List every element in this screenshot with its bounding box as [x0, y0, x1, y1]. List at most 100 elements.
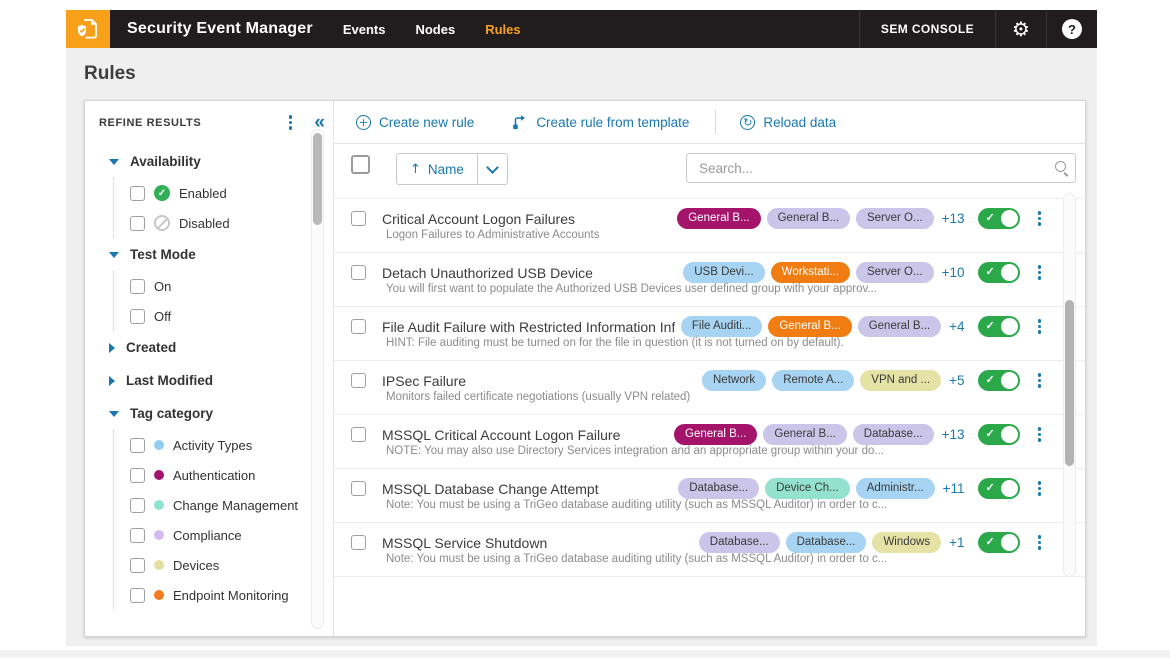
row-menu-icon[interactable]	[1034, 425, 1046, 444]
tag[interactable]: Device Ch...	[765, 478, 850, 499]
create-rule-from-template-button[interactable]: Create rule from template	[512, 114, 689, 130]
filter-option-activity-types[interactable]: Activity Types	[114, 430, 311, 460]
tag[interactable]: Server O...	[855, 208, 934, 229]
rule-title[interactable]: Detach Unauthorized USB Device	[382, 265, 677, 281]
tag[interactable]: General B...	[763, 424, 847, 445]
more-tags-count[interactable]: +13	[942, 211, 965, 226]
filter-option-on[interactable]: On	[114, 271, 311, 301]
sidebar-scrollbar[interactable]	[311, 129, 324, 629]
tag[interactable]: USB Devi...	[683, 262, 765, 283]
filter-option-off[interactable]: Off	[114, 301, 311, 331]
row-checkbox[interactable]	[351, 535, 366, 550]
filter-group-header[interactable]: Tag category	[85, 397, 311, 430]
tag[interactable]: Network	[702, 370, 767, 391]
tag[interactable]: Remote A...	[772, 370, 855, 391]
list-scrollbar[interactable]	[1063, 193, 1076, 577]
nav-rules[interactable]: Rules	[485, 22, 520, 37]
more-tags-count[interactable]: +10	[942, 265, 965, 280]
tag[interactable]: General B...	[677, 208, 761, 229]
checkbox[interactable]	[130, 527, 145, 543]
row-menu-icon[interactable]	[1034, 533, 1046, 552]
tag[interactable]: General B...	[857, 316, 942, 337]
rule-enabled-toggle[interactable]: ✓	[977, 424, 1020, 445]
sidebar-menu-icon[interactable]	[285, 113, 297, 132]
rule-enabled-toggle[interactable]: ✓	[977, 262, 1020, 283]
rule-enabled-toggle[interactable]: ✓	[977, 316, 1020, 337]
filter-group-header[interactable]: Last Modified	[85, 364, 311, 397]
sidebar-scrollbar-thumb[interactable]	[313, 133, 322, 225]
tag[interactable]: Database...	[678, 478, 760, 499]
filter-group-header[interactable]: Test Mode	[85, 238, 311, 271]
row-menu-icon[interactable]	[1034, 317, 1046, 336]
checkbox[interactable]	[130, 437, 145, 453]
rule-enabled-toggle[interactable]: ✓	[977, 532, 1020, 553]
more-tags-count[interactable]: +13	[942, 427, 965, 442]
tag[interactable]: Administr...	[855, 478, 935, 499]
rule-title[interactable]: MSSQL Service Shutdown	[382, 535, 693, 551]
filter-option-change-management[interactable]: Change Management	[114, 490, 311, 520]
rule-title[interactable]: MSSQL Critical Account Logon Failure	[382, 427, 668, 443]
filter-option-authentication[interactable]: Authentication	[114, 460, 311, 490]
row-menu-icon[interactable]	[1034, 479, 1046, 498]
rule-title[interactable]: IPSec Failure	[382, 373, 696, 389]
more-tags-count[interactable]: +4	[949, 319, 964, 334]
create-new-rule-button[interactable]: + Create new rule	[356, 114, 474, 130]
filter-option-disabled[interactable]: Disabled	[114, 208, 311, 238]
row-menu-icon[interactable]	[1034, 263, 1046, 282]
checkbox[interactable]	[130, 308, 145, 324]
filter-option-compliance[interactable]: Compliance	[114, 520, 311, 550]
tag[interactable]: Database...	[698, 532, 780, 553]
tag[interactable]: Windows	[872, 532, 942, 553]
tag[interactable]: Database...	[785, 532, 867, 553]
row-checkbox[interactable]	[351, 373, 366, 388]
checkbox[interactable]	[130, 497, 145, 513]
checkbox[interactable]	[130, 215, 145, 231]
row-checkbox[interactable]	[351, 211, 366, 226]
row-checkbox[interactable]	[351, 481, 366, 496]
rule-enabled-toggle[interactable]: ✓	[977, 370, 1020, 391]
row-checkbox[interactable]	[351, 319, 366, 334]
checkbox[interactable]	[130, 278, 145, 294]
more-tags-count[interactable]: +1	[949, 535, 964, 550]
tag[interactable]: File Auditi...	[680, 316, 763, 337]
help-button[interactable]: ?	[1047, 10, 1097, 48]
tag[interactable]: VPN and ...	[860, 370, 942, 391]
tag[interactable]: General B...	[766, 208, 850, 229]
filter-group-header[interactable]: Created	[85, 331, 311, 364]
sem-console-button[interactable]: SEM CONSOLE	[860, 22, 995, 36]
rule-enabled-toggle[interactable]: ✓	[977, 478, 1020, 499]
checkbox[interactable]	[130, 185, 145, 201]
filter-group-header[interactable]: Availability	[85, 145, 311, 178]
row-checkbox[interactable]	[351, 427, 366, 442]
list-scrollbar-thumb[interactable]	[1065, 300, 1074, 466]
filter-option-devices[interactable]: Devices	[114, 550, 311, 580]
tag[interactable]: Database...	[852, 424, 934, 445]
nav-nodes[interactable]: Nodes	[415, 22, 455, 37]
checkbox[interactable]	[130, 467, 145, 483]
tag[interactable]: General B...	[674, 424, 758, 445]
tag[interactable]: Server O...	[855, 262, 934, 283]
reload-data-button[interactable]: ↻ Reload data	[740, 114, 836, 130]
rule-title[interactable]: Critical Account Logon Failures	[382, 211, 671, 227]
more-tags-count[interactable]: +5	[949, 373, 964, 388]
filter-option-endpoint-monitoring[interactable]: Endpoint Monitoring	[114, 580, 311, 610]
select-all-checkbox[interactable]	[351, 155, 370, 174]
more-tags-count[interactable]: +11	[943, 481, 965, 496]
sort-by-name-button[interactable]: ↑ Name	[397, 154, 477, 184]
rule-title[interactable]: MSSQL Database Change Attempt	[382, 481, 672, 497]
sort-dropdown-button[interactable]	[476, 154, 507, 184]
search-input[interactable]	[687, 154, 1075, 182]
filter-option-enabled[interactable]: ✓ Enabled	[114, 178, 311, 208]
nav-events[interactable]: Events	[343, 22, 386, 37]
tag[interactable]: General B...	[768, 316, 852, 337]
tag[interactable]: Workstati...	[770, 262, 850, 283]
checkbox[interactable]	[130, 557, 145, 573]
row-menu-icon[interactable]	[1034, 371, 1046, 390]
rule-title[interactable]: File Audit Failure with Restricted Infor…	[382, 319, 675, 335]
rule-enabled-toggle[interactable]: ✓	[977, 208, 1020, 229]
checkbox[interactable]	[130, 587, 145, 603]
row-checkbox[interactable]	[351, 265, 366, 280]
sem-logo[interactable]	[66, 10, 110, 48]
row-menu-icon[interactable]	[1034, 209, 1046, 228]
settings-button[interactable]: ⚙	[996, 10, 1046, 48]
